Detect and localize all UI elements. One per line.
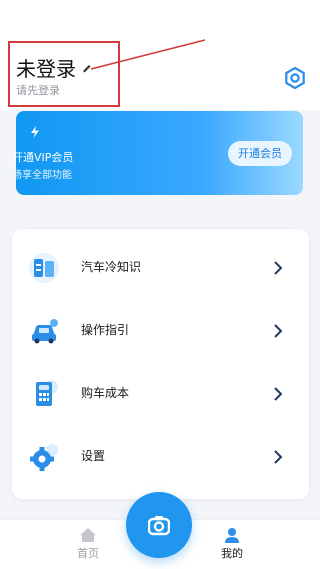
chevron-right-icon <box>274 387 283 401</box>
knowledge-icon <box>29 253 59 283</box>
user-icon <box>225 528 239 543</box>
menu-item-label: 设置 <box>81 449 106 463</box>
menu-item-car-cost[interactable]: 购车成本 <box>12 363 309 425</box>
menu-item-label: 购车成本 <box>81 386 130 400</box>
menu-item-label: 汽车冷知识 <box>81 260 142 274</box>
lightning-icon <box>31 126 39 138</box>
menu-item-car-knowledge[interactable]: 汽车冷知识 <box>12 237 309 299</box>
vip-description: 畅享全部功能 <box>12 170 72 181</box>
camera-icon <box>148 516 170 536</box>
vip-title: 开通VIP会员 <box>12 151 74 164</box>
tab-mine[interactable]: 我的 <box>208 525 256 565</box>
tab-home[interactable]: 首页 <box>64 525 112 565</box>
menu-card: 汽车冷知识 操作指引 购车成本 设置 <box>12 229 309 499</box>
menu-item-settings[interactable]: 设置 <box>12 426 309 488</box>
settings-gear-icon <box>30 444 58 471</box>
chevron-right-icon <box>274 324 283 338</box>
settings-icon[interactable] <box>283 66 307 90</box>
open-vip-button[interactable]: 开通会员 <box>228 141 292 166</box>
menu-item-label: 操作指引 <box>81 323 130 337</box>
tab-mine-label: 我的 <box>221 547 243 560</box>
chevron-right-icon <box>274 261 283 275</box>
camera-button[interactable] <box>126 492 192 558</box>
login-status[interactable]: 未登录 <box>16 57 76 81</box>
car-guide-icon <box>32 319 58 344</box>
calculator-icon <box>36 380 58 406</box>
home-icon <box>80 528 96 542</box>
edit-pencil-icon[interactable] <box>82 63 92 73</box>
chevron-right-icon <box>274 450 283 464</box>
login-prompt[interactable]: 请先登录 <box>16 84 60 98</box>
tab-home-label: 首页 <box>77 547 99 560</box>
menu-item-operation-guide[interactable]: 操作指引 <box>12 300 309 362</box>
